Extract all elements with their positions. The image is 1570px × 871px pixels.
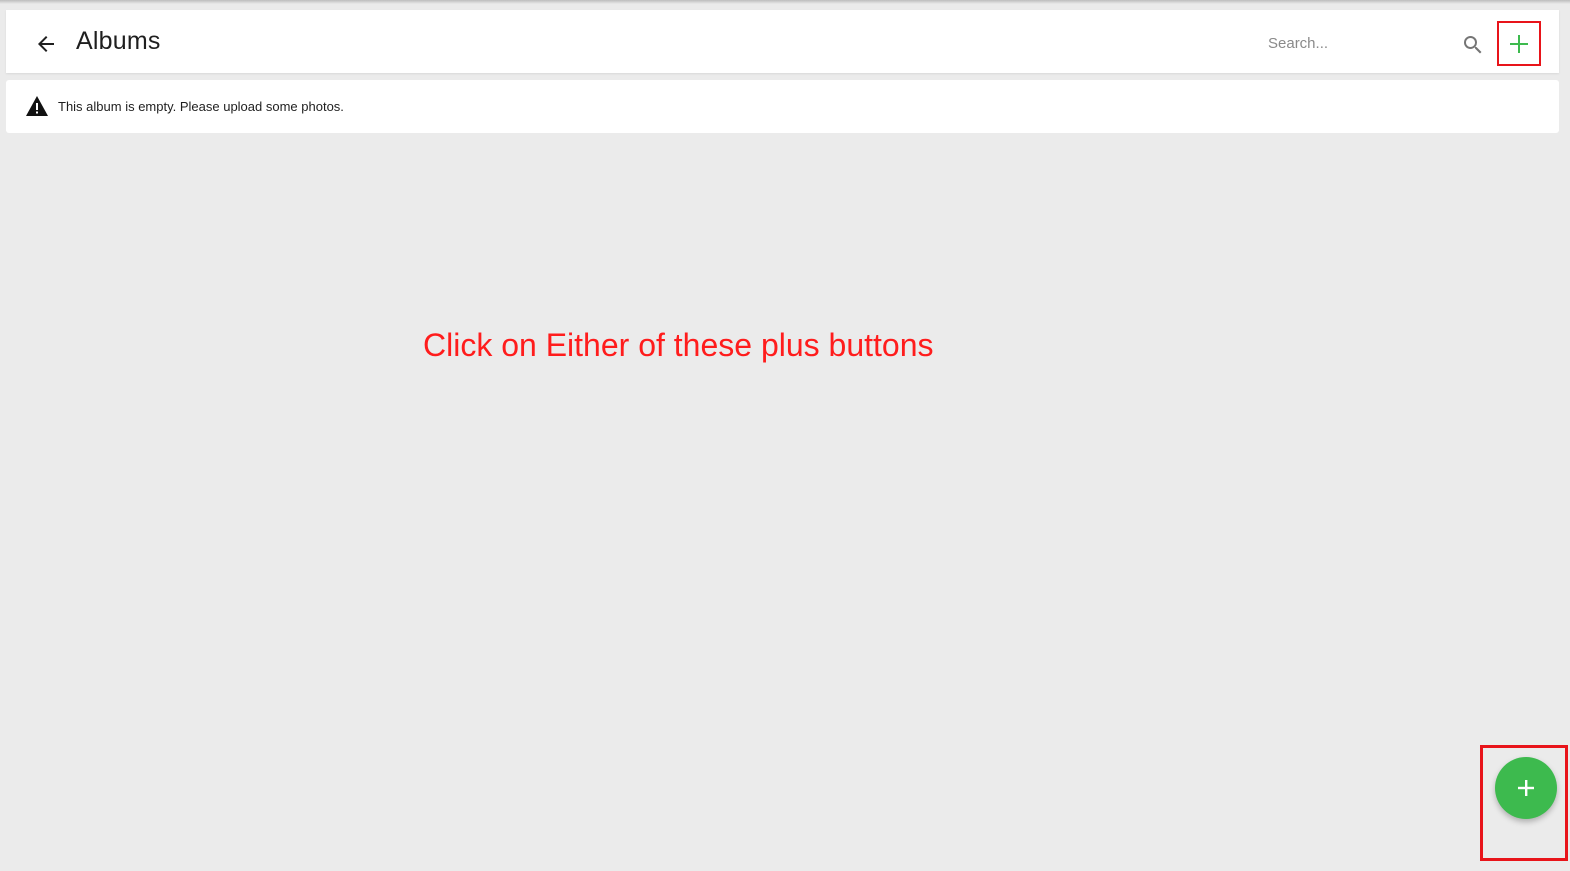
plus-icon bbox=[1510, 34, 1528, 53]
top-shadow bbox=[0, 0, 1570, 4]
add-photo-fab[interactable] bbox=[1495, 757, 1557, 819]
search-icon bbox=[1464, 36, 1482, 54]
arrow-left-icon bbox=[38, 36, 54, 52]
search-input[interactable] bbox=[1268, 32, 1448, 54]
back-button[interactable] bbox=[34, 32, 58, 56]
notice-text: This album is empty. Please upload some … bbox=[58, 99, 344, 114]
search-button[interactable] bbox=[1461, 33, 1485, 57]
add-photo-button-toolbar[interactable] bbox=[1497, 21, 1541, 66]
plus-icon bbox=[1518, 780, 1534, 796]
page-title: Albums bbox=[76, 27, 161, 55]
app-toolbar: Albums bbox=[6, 10, 1559, 73]
instruction-annotation: Click on Either of these plus buttons bbox=[423, 327, 934, 363]
warning-icon bbox=[26, 96, 48, 116]
empty-album-notice: This album is empty. Please upload some … bbox=[6, 80, 1559, 133]
